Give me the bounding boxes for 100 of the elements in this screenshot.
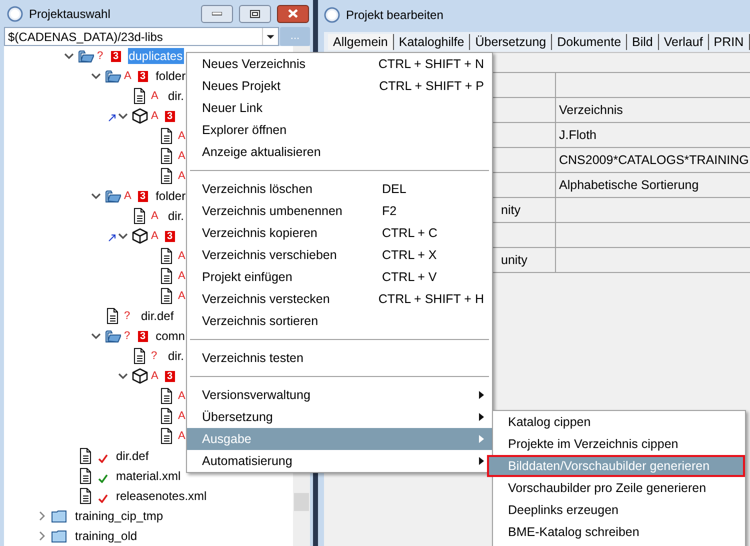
open-folder-icon [105,68,121,84]
expanded-chevron-icon[interactable] [91,192,101,200]
folder-icon [51,508,67,524]
menu-item[interactable]: Verzeichnis sortieren [187,310,492,332]
tab[interactable]: Bild [627,34,659,50]
table-cell-text: CNS2009*CATALOGS*TRAINING [559,152,749,169]
document-icon [159,128,175,144]
menu-item[interactable]: Übersetzung [187,406,492,428]
menu-item[interactable]: Vorschaubilder pro Zeile generieren [493,477,745,499]
folder-icon [51,528,67,544]
document-icon [159,168,175,184]
status-letter: A [178,389,186,403]
document-icon [78,468,94,484]
collapsed-chevron-icon[interactable] [38,511,46,521]
table-cell-text: Verzeichnis [559,102,623,119]
menu-item[interactable]: Verzeichnis umbenennen F2 [187,200,492,222]
maximize-button[interactable] [239,4,271,22]
cube-icon [132,108,148,124]
expanded-chevron-icon[interactable] [118,112,128,120]
count-badge: 3 [138,330,148,342]
document-icon [159,248,175,264]
status-letter: ? [97,49,104,63]
count-badge: 3 [165,110,175,122]
expanded-chevron-icon[interactable] [118,372,128,380]
status-letter: ? [124,329,132,343]
table-cell-text: unity [501,252,528,269]
close-button[interactable] [277,4,309,22]
status-letter: A [178,169,186,183]
status-letter: A [151,209,160,223]
status-letter: A [151,229,160,243]
menu-item[interactable]: Katalog cippen [493,411,745,433]
menu-item[interactable]: Neues Projekt CTRL + SHIFT + P [187,75,492,97]
document-icon [132,88,148,104]
status-letter: A [178,289,186,303]
status-letter: A [178,269,186,283]
path-combobox[interactable]: $(CADENAS_DATA)/23d-libs [4,27,279,46]
collapsed-chevron-icon[interactable] [38,531,46,541]
tab[interactable]: PRIN [708,34,750,50]
document-icon [159,148,175,164]
status-letter: A [124,189,132,203]
expanded-chevron-icon[interactable] [91,72,101,80]
menu-item[interactable]: Deeplinks erzeugen [493,499,745,521]
status-letter: A [178,149,186,163]
document-icon [105,308,121,324]
tree-item-label[interactable]: training_old [74,528,138,544]
document-icon [159,268,175,284]
document-icon [132,348,148,364]
status-letter: A [151,109,160,123]
table-cell-text: Alphabetische Sortierung [559,176,699,194]
minimize-button[interactable] [201,4,233,22]
status-letter: A [151,369,160,383]
tab[interactable]: Übersetzung [470,34,552,50]
menu-item[interactable]: Verzeichnis kopieren CTRL + C [187,222,492,244]
document-icon [159,288,175,304]
status-letter: A [178,249,186,263]
menu-item[interactable]: Neues Verzeichnis CTRL + SHIFT + N [187,53,492,75]
menu-item[interactable]: Anzeige aktualisieren [187,141,492,163]
status-letter: ? [124,309,132,323]
menu-item[interactable]: BME-Katalog schreiben [493,521,745,543]
document-icon [159,428,175,444]
cube-icon [132,368,148,384]
document-icon [78,448,94,464]
tab[interactable]: Kataloghilfe [394,34,470,50]
expanded-chevron-icon[interactable] [118,232,128,240]
status-letter: A [151,89,160,103]
window-icon [324,7,340,23]
open-folder-icon [105,188,121,204]
window-title: Projektauswahl [29,6,112,22]
menu-item[interactable]: Verzeichnis verstecken CTRL + SHIFT + H [187,288,492,310]
tab[interactable]: Allgemein [328,34,394,50]
open-folder-icon [78,48,94,64]
menu-item[interactable]: Explorer öffnen [187,119,492,141]
window-icon [7,6,23,22]
menu-item[interactable]: Versionsverwaltung [187,384,492,406]
count-badge: 3 [165,370,175,382]
close-icon [288,9,298,18]
status-letter: ? [151,349,158,363]
count-badge: 3 [138,70,148,82]
status-letter: A [178,129,186,143]
document-icon [78,488,94,504]
open-folder-icon [105,328,121,344]
maximize-icon [250,10,260,18]
menu-item[interactable]: Verzeichnis löschen DEL [187,178,492,200]
cube-icon [132,228,148,244]
count-badge: 3 [138,190,148,202]
menu-item[interactable]: Verzeichnis verschieben CTRL + X [187,244,492,266]
tree-item-label[interactable]: training_cip_tmp [74,508,164,524]
minimize-icon [212,12,222,16]
tab[interactable]: Dokumente [552,34,628,50]
expanded-chevron-icon[interactable] [91,332,101,340]
menu-item[interactable]: Projekt einfügen CTRL + V [187,266,492,288]
menu-item[interactable]: Automatisierung [187,450,492,472]
menu-item[interactable]: Projekte im Verzeichnis cippen [493,433,745,455]
tab[interactable]: Verlauf [658,34,709,50]
window-title: Projekt bearbeiten [346,7,444,24]
menu-item[interactable]: Verzeichnis testen [187,347,492,369]
table-cell-text: nity [501,202,520,219]
menu-item[interactable]: Neuer Link [187,97,492,119]
document-icon [132,208,148,224]
expanded-chevron-icon[interactable] [64,52,74,60]
